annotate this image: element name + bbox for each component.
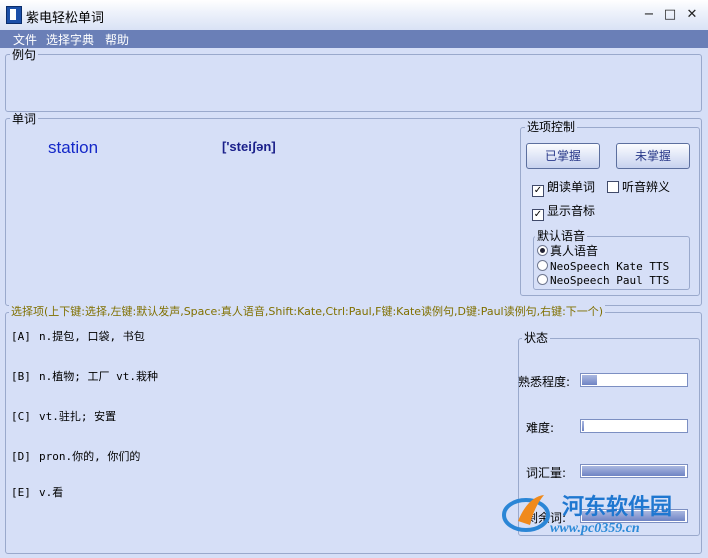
- minimize-button[interactable]: −: [641, 8, 657, 22]
- voice-kate-radio[interactable]: NeoSpeech Kate TTS: [537, 260, 669, 273]
- default-voice-legend: 默认语音: [535, 229, 588, 243]
- close-button[interactable]: ✕: [684, 8, 700, 22]
- checkbox-unchecked-icon: [607, 181, 619, 193]
- watermark: 河东软件园 www.pc0359.cn: [500, 485, 708, 558]
- window-title: 紫电轻松单词: [26, 11, 105, 26]
- familiarity-label: 熟悉程度:: [518, 375, 571, 389]
- mastered-button[interactable]: 已掌握: [526, 143, 600, 169]
- checkbox-checked-icon: ✓: [532, 209, 544, 221]
- options-control-legend: 选项控制: [525, 120, 578, 134]
- difficulty-bar-fill: [582, 421, 584, 431]
- menu-bar: 文件 选择字典 帮助: [0, 30, 708, 48]
- not-mastered-button[interactable]: 未掌握: [616, 143, 690, 169]
- difficulty-label: 难度:: [526, 421, 555, 435]
- choice-b[interactable]: [B] n.植物; 工厂 vt.栽种: [11, 368, 158, 384]
- voice-paul-radio[interactable]: NeoSpeech Paul TTS: [537, 274, 669, 287]
- vocabulary-bar-fill: [582, 466, 685, 476]
- choice-d[interactable]: [D] pron.你的, 你们的: [11, 448, 140, 464]
- menu-file[interactable]: 文件: [13, 31, 37, 48]
- menu-help[interactable]: 帮助: [105, 31, 129, 48]
- familiarity-bar: [580, 373, 688, 387]
- status-legend: 状态: [522, 331, 551, 345]
- example-panel: [5, 54, 702, 112]
- example-legend: 例句: [10, 48, 39, 62]
- word-legend: 单词: [10, 112, 39, 126]
- familiarity-bar-fill: [582, 375, 597, 385]
- choices-legend: 选择项(上下键:选择,左键:默认发声,Space:真人语音,Shift:Kate…: [9, 305, 606, 319]
- watermark-name: 河东软件园: [562, 494, 673, 520]
- watermark-url: www.pc0359.cn: [550, 521, 640, 536]
- current-word: station: [48, 138, 99, 157]
- phonetic: ['steiʃən]: [222, 139, 276, 154]
- title-bar: 紫电轻松单词 − □ ✕: [0, 0, 708, 31]
- checkbox-checked-icon: ✓: [532, 185, 544, 197]
- choice-c[interactable]: [C] vt.驻扎; 安置: [11, 408, 116, 424]
- voice-real-radio[interactable]: 真人语音: [537, 245, 598, 258]
- radio-unselected-icon: [537, 274, 548, 285]
- listen-meaning-checkbox[interactable]: 听音辨义: [607, 180, 670, 194]
- difficulty-bar: [580, 419, 688, 433]
- choice-e[interactable]: [E] v.看: [11, 484, 63, 500]
- vocabulary-label: 词汇量:: [526, 466, 567, 480]
- maximize-button[interactable]: □: [662, 8, 678, 22]
- radio-unselected-icon: [537, 260, 548, 271]
- radio-selected-icon: [537, 245, 548, 256]
- vocabulary-bar: [580, 464, 688, 478]
- read-word-checkbox[interactable]: ✓ 朗读单词: [532, 180, 595, 197]
- menu-select-dictionary[interactable]: 选择字典: [46, 31, 94, 48]
- choice-a[interactable]: [A] n.提包, 口袋, 书包: [11, 328, 145, 344]
- app-icon: [6, 6, 22, 24]
- show-phonetic-checkbox[interactable]: ✓ 显示音标: [532, 204, 595, 221]
